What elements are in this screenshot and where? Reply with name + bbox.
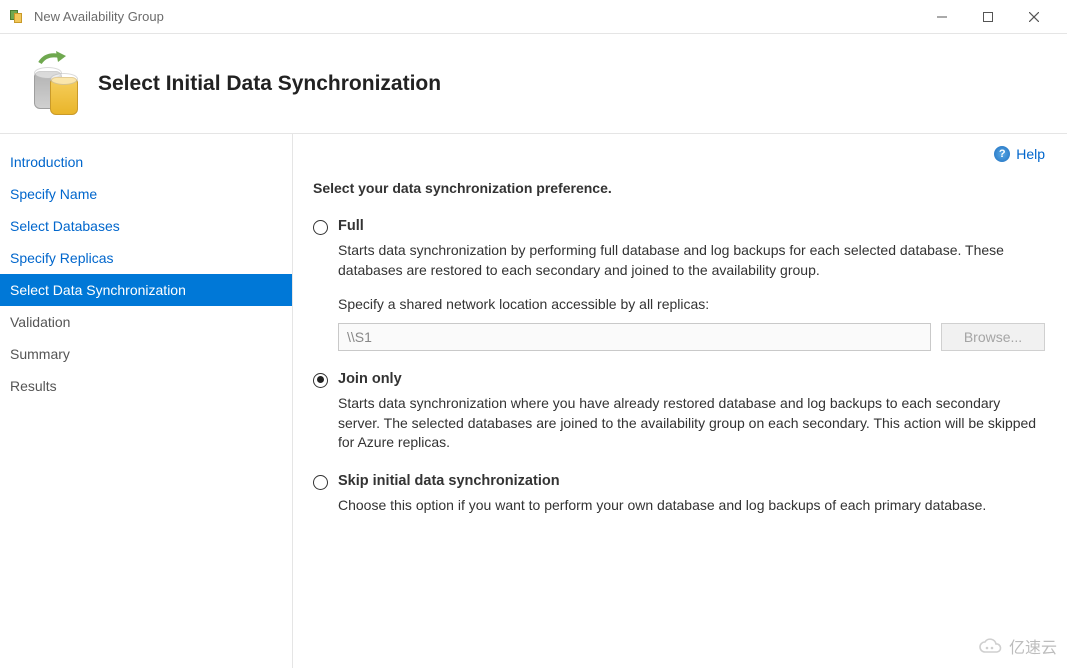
option-join-description: Starts data synchronization where you ha…: [338, 394, 1045, 454]
nav-summary[interactable]: Summary: [0, 338, 292, 370]
nav-introduction[interactable]: Introduction: [0, 146, 292, 178]
nav-validation[interactable]: Validation: [0, 306, 292, 338]
help-icon: ?: [994, 146, 1010, 162]
wizard-sidebar: Introduction Specify Name Select Databas…: [0, 134, 293, 668]
main-panel: ? Help Select your data synchronization …: [293, 134, 1067, 668]
option-join-only[interactable]: Join only: [313, 371, 1045, 388]
option-skip-description: Choose this option if you want to perfor…: [338, 496, 1045, 516]
option-skip-title: Skip initial data synchronization: [338, 473, 560, 489]
watermark: 亿速云: [977, 634, 1057, 658]
nav-select-databases[interactable]: Select Databases: [0, 210, 292, 242]
radio-join-only[interactable]: [313, 373, 328, 388]
nav-specify-replicas[interactable]: Specify Replicas: [0, 242, 292, 274]
header: Select Initial Data Synchronization: [0, 34, 1067, 134]
nav-results[interactable]: Results: [0, 370, 292, 402]
radio-skip[interactable]: [313, 475, 328, 490]
browse-button[interactable]: Browse...: [941, 323, 1045, 351]
app-icon: [10, 9, 26, 25]
share-location-label: Specify a shared network location access…: [338, 295, 1045, 315]
nav-select-data-sync[interactable]: Select Data Synchronization: [0, 274, 292, 306]
cloud-icon: [977, 636, 1003, 656]
option-full-description: Starts data synchronization by performin…: [338, 242, 1004, 278]
wizard-icon: [16, 49, 80, 119]
share-location-input[interactable]: [338, 323, 931, 351]
minimize-button[interactable]: [919, 0, 965, 34]
page-title: Select Initial Data Synchronization: [98, 72, 441, 96]
window-controls: [919, 0, 1057, 34]
nav-specify-name[interactable]: Specify Name: [0, 178, 292, 210]
option-skip[interactable]: Skip initial data synchronization: [313, 473, 1045, 490]
help-label: Help: [1016, 146, 1045, 162]
titlebar: New Availability Group: [0, 0, 1067, 34]
radio-full[interactable]: [313, 220, 328, 235]
sync-preference-prompt: Select your data synchronization prefere…: [313, 180, 1045, 196]
option-full-body: Starts data synchronization by performin…: [338, 241, 1045, 351]
window-title: New Availability Group: [34, 9, 919, 24]
close-button[interactable]: [1011, 0, 1057, 34]
maximize-button[interactable]: [965, 0, 1011, 34]
help-link[interactable]: ? Help: [994, 146, 1045, 162]
option-join-title: Join only: [338, 371, 402, 387]
option-full-title: Full: [338, 218, 364, 234]
option-full[interactable]: Full: [313, 218, 1045, 235]
watermark-text: 亿速云: [1009, 634, 1057, 658]
